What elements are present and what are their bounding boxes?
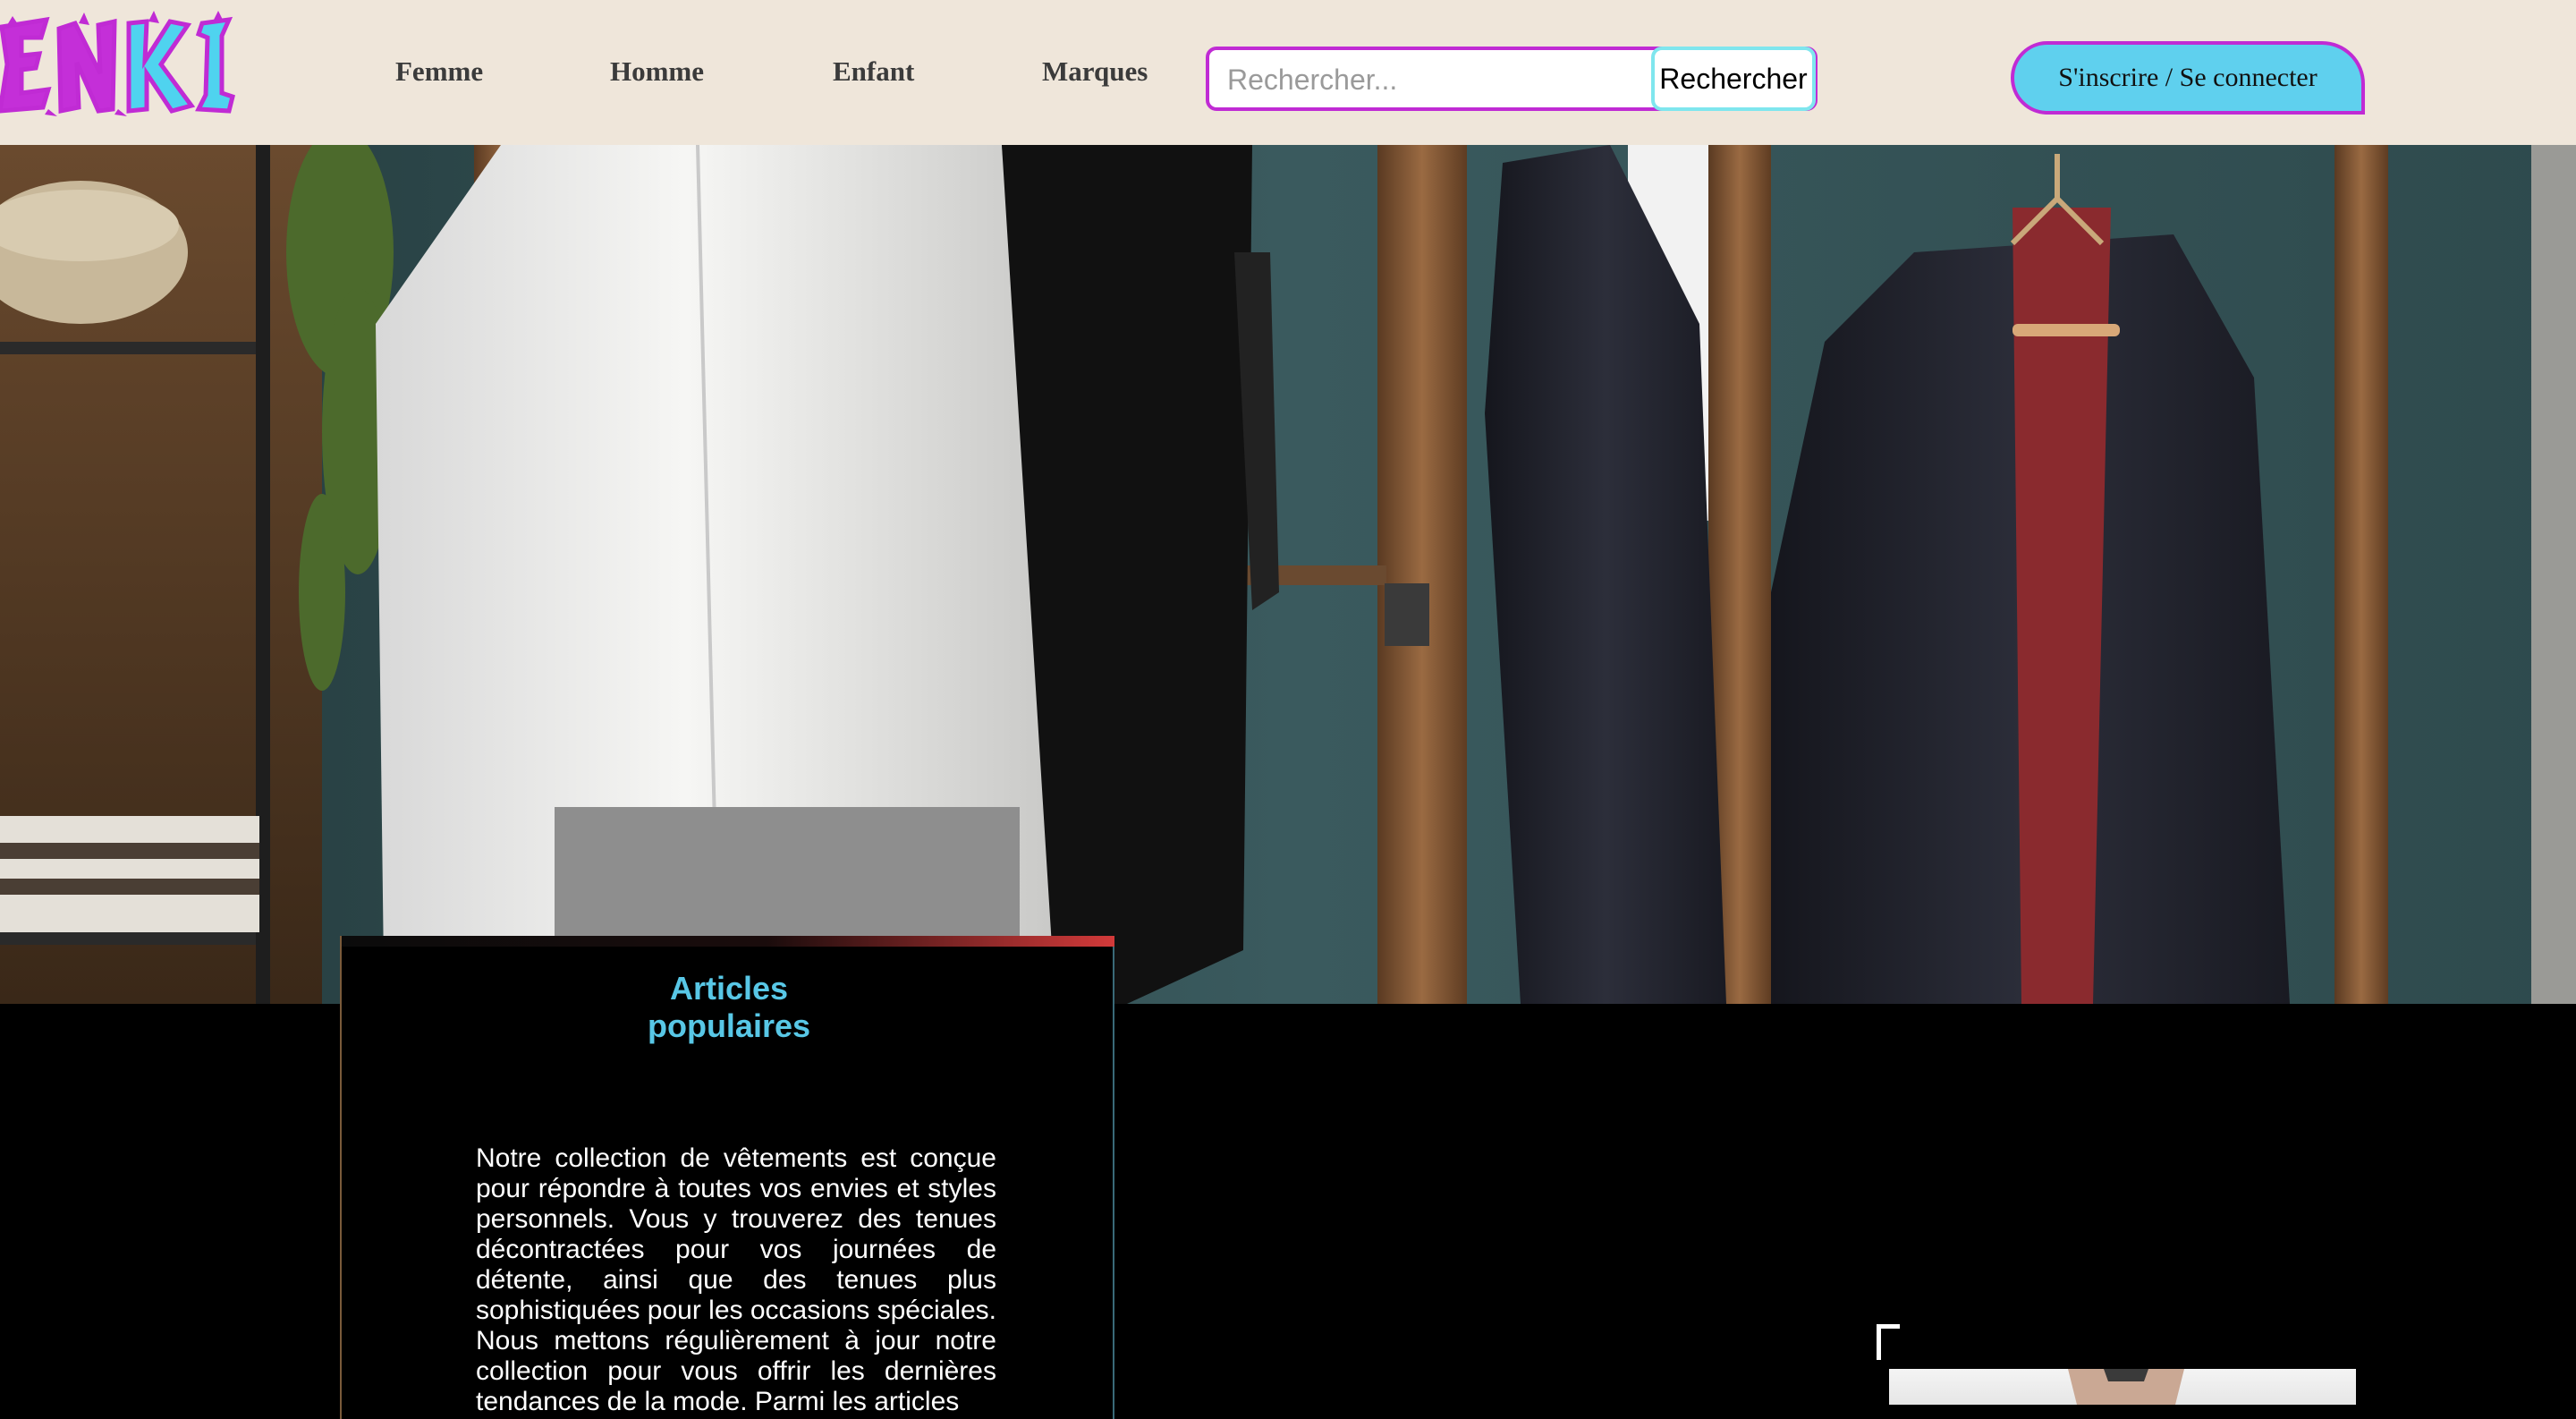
hero-image [0,145,2576,1004]
search-button[interactable]: Rechercher [1651,47,1816,111]
nav-femme[interactable]: Femme [395,55,483,88]
site-header: Femme Homme Enfant Marques Rechercher S'… [0,0,2576,145]
product-thumbnail[interactable] [1889,1369,2356,1405]
login-signup-button[interactable]: S'inscrire / Se connecter [2011,41,2365,115]
corner-bracket-icon [1877,1324,1900,1360]
nav-homme[interactable]: Homme [610,55,704,88]
card-accent-bar [342,936,1114,947]
nav-marques[interactable]: Marques [1042,55,1148,88]
popular-articles-card: Articles populaires Notre collection de … [340,936,1114,1419]
search-input[interactable] [1225,57,1658,102]
enki-logo[interactable] [0,11,245,118]
popular-title: Articles populaires [342,970,1116,1045]
popular-description: Notre collection de vêtements est conçue… [476,1143,996,1416]
nav-enfant[interactable]: Enfant [833,55,914,88]
popular-title-text: Articles populaires [647,970,811,1044]
